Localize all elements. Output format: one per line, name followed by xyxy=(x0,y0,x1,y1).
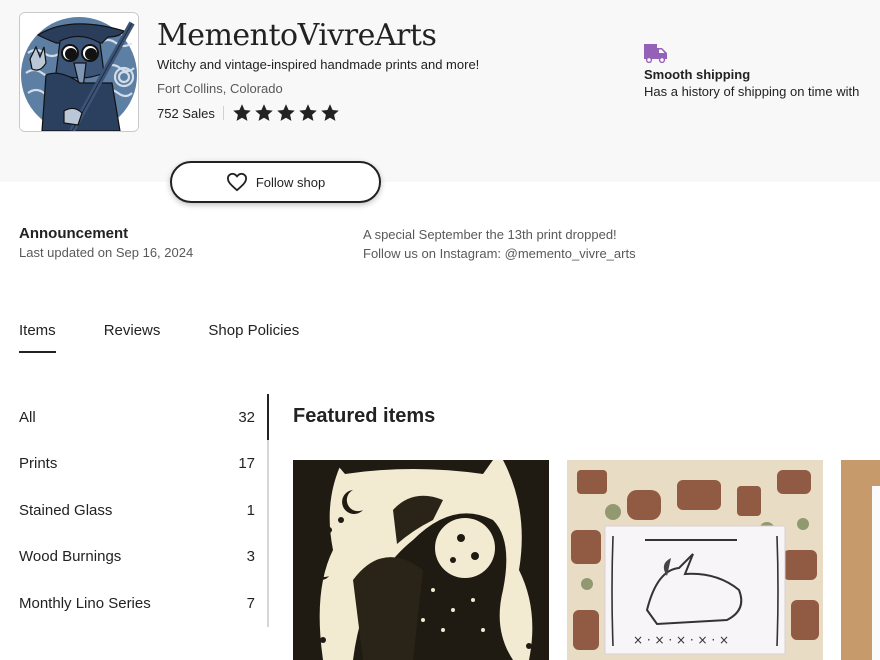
section-item-wood-burnings[interactable]: Wood Burnings 3 xyxy=(19,534,269,581)
star-icon xyxy=(299,104,317,121)
shop-name: MementoVivreArts xyxy=(157,18,437,53)
dragon-linocut-print-image xyxy=(293,460,549,660)
badge-description: Has a history of shipping on time with xyxy=(644,84,860,99)
tab-items[interactable]: Items xyxy=(19,322,56,353)
section-active-indicator xyxy=(267,394,269,440)
announcement-line: A special September the 13th print dropp… xyxy=(363,227,617,242)
section-list: All 32 Prints 17 Stained Glass 1 Wood Bu… xyxy=(19,394,269,627)
featured-item-card[interactable] xyxy=(293,460,549,660)
shop-location: Fort Collins, Colorado xyxy=(157,81,283,96)
heart-outline-icon xyxy=(226,172,247,192)
star-icon xyxy=(233,104,251,121)
divider xyxy=(222,106,224,120)
section-count: 3 xyxy=(246,548,255,566)
section-label: Prints xyxy=(19,455,58,473)
section-label: Wood Burnings xyxy=(19,548,122,566)
star-rating[interactable] xyxy=(232,103,340,123)
announcement-line: Follow us on Instagram: @memento_vivre_a… xyxy=(363,246,636,261)
featured-items-title: Featured items xyxy=(293,405,436,427)
featured-item-card[interactable]: × · × · × · × · × xyxy=(567,460,823,660)
badge-title: Smooth shipping xyxy=(644,67,751,82)
follow-shop-button[interactable]: Follow shop xyxy=(170,161,381,203)
tab-shop-policies[interactable]: Shop Policies xyxy=(208,322,299,351)
star-icon xyxy=(321,104,339,121)
announcement-updated: Last updated on Sep 16, 2024 xyxy=(19,245,194,260)
print-on-corkboard-image xyxy=(841,460,880,660)
svg-text:× · × · × · × · ×: × · × · × · × · × xyxy=(633,633,729,647)
unicorn-linocut-print-image: × · × · × · × · × xyxy=(567,460,823,660)
announcement-title: Announcement xyxy=(19,225,129,242)
section-count: 1 xyxy=(246,501,255,519)
section-count: 17 xyxy=(238,455,255,473)
section-count: 7 xyxy=(246,594,255,612)
shop-tagline: Witchy and vintage-inspired handmade pri… xyxy=(157,57,480,72)
smooth-shipping-badge: Smooth shipping Has a history of shippin… xyxy=(644,44,880,99)
sales-count: 752 Sales xyxy=(157,105,215,121)
section-item-stained-glass[interactable]: Stained Glass 1 xyxy=(19,487,269,534)
section-label: Stained Glass xyxy=(19,501,113,519)
sales-rating-row: 752 Sales xyxy=(157,103,340,123)
star-icon xyxy=(255,104,273,121)
shop-avatar[interactable] xyxy=(19,12,139,132)
section-label: All xyxy=(19,408,36,426)
follow-shop-label: Follow shop xyxy=(255,174,326,190)
shop-tabs: Items Reviews Shop Policies xyxy=(19,322,299,353)
tab-reviews[interactable]: Reviews xyxy=(104,322,161,351)
plague-doctor-avatar-icon xyxy=(20,13,138,131)
truck-icon xyxy=(644,44,667,63)
section-item-monthly-lino-series[interactable]: Monthly Lino Series 7 xyxy=(19,580,269,627)
announcement-body: A special September the 13th print dropp… xyxy=(363,225,636,263)
section-label: Monthly Lino Series xyxy=(19,594,151,612)
section-count: 32 xyxy=(238,408,255,426)
star-icon xyxy=(277,104,295,121)
featured-item-card[interactable] xyxy=(841,460,880,660)
section-item-prints[interactable]: Prints 17 xyxy=(19,441,269,488)
section-item-all[interactable]: All 32 xyxy=(19,394,269,441)
